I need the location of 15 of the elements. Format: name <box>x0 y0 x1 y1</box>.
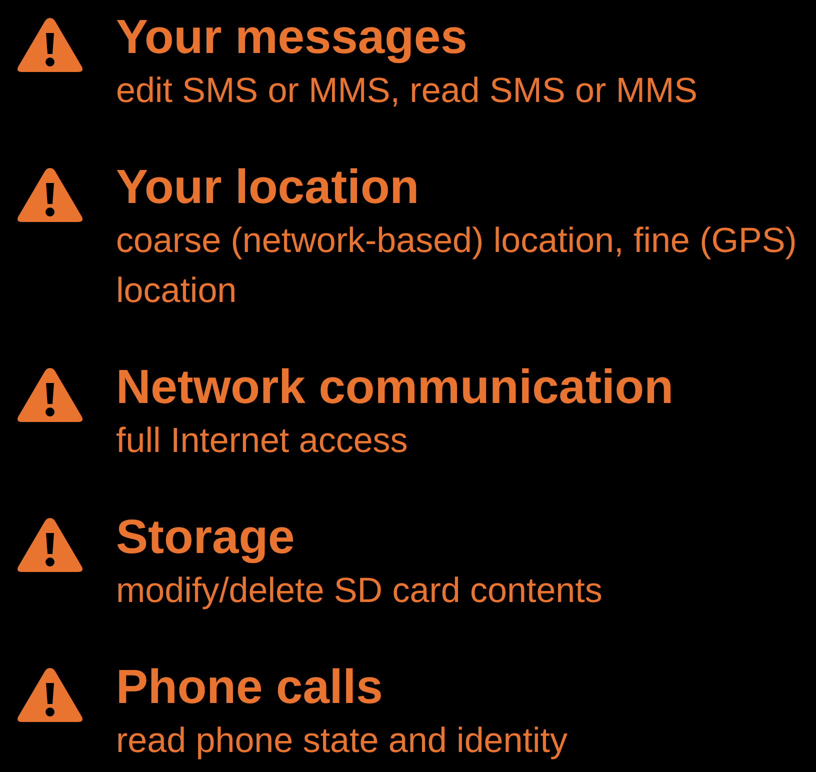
permission-title: Your location <box>116 160 420 216</box>
warning-icon <box>16 666 84 724</box>
permission-title: Your messages <box>116 10 468 66</box>
warning-icon <box>16 516 84 574</box>
permission-description: read phone state and identity <box>116 720 568 762</box>
warning-icon <box>16 366 84 424</box>
warning-icon <box>16 16 84 74</box>
permission-title: Phone calls <box>116 660 384 716</box>
permission-title: Network communication <box>116 360 674 416</box>
permission-description: coarse (network-based) location, fine (GPS) location <box>116 220 798 312</box>
permission-description: modify/delete SD card contents <box>116 570 604 612</box>
permission-description: edit SMS or MMS, read SMS or MMS <box>116 70 699 112</box>
warning-icon <box>16 166 84 224</box>
permission-description: full Internet access <box>116 420 409 462</box>
permission-title: Storage <box>116 510 296 566</box>
